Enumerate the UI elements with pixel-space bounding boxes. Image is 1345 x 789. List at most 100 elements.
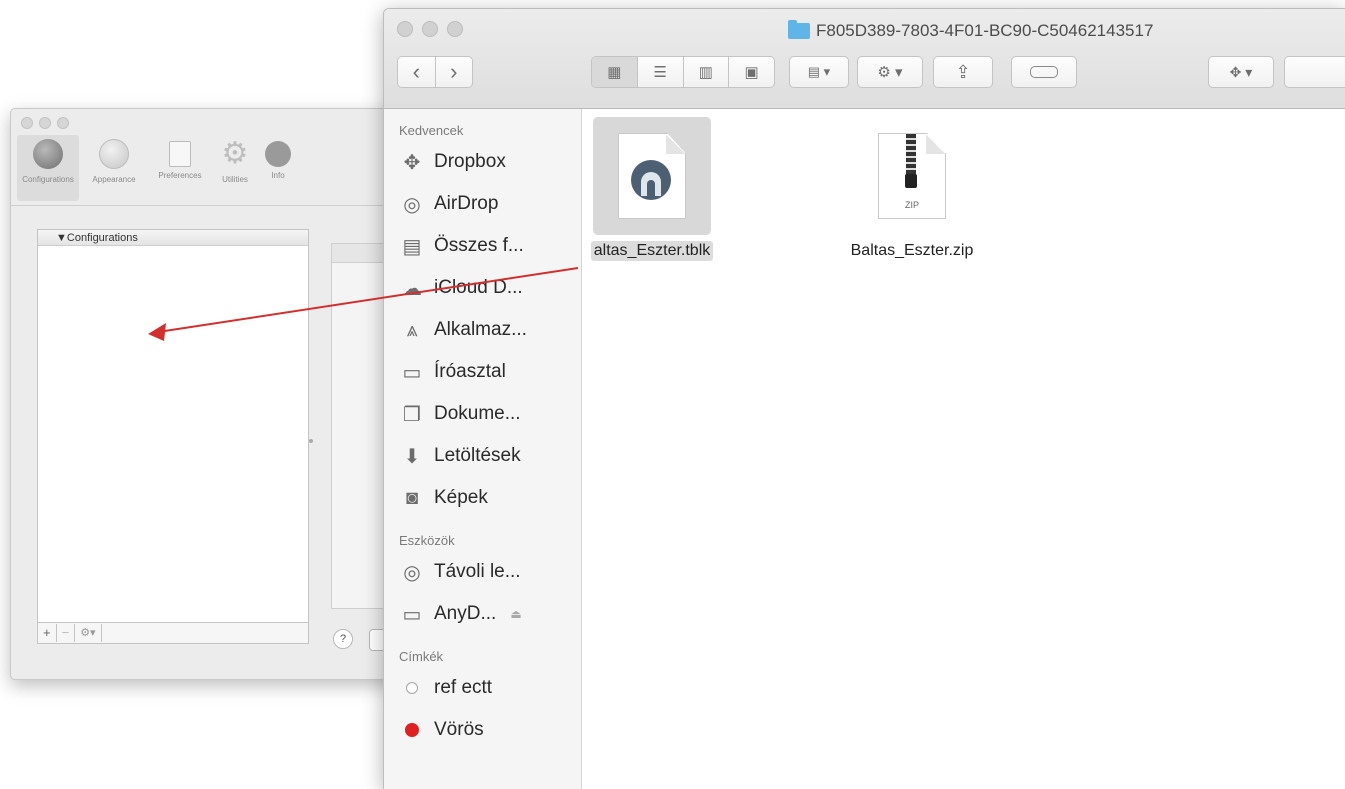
list-view-icon[interactable]: ☰ [638,57,684,87]
airdrop-icon: ◎ [403,193,421,216]
forward-button[interactable]: › [436,57,473,87]
tb-zoom-button[interactable] [57,117,69,129]
sidebar-section-tags: Címkék [399,649,444,664]
file-name: altas_Eszter.tblk [590,241,714,261]
tab-info-label: Info [271,171,285,180]
column-view-icon[interactable]: ▥ [684,57,730,87]
sidebar-item-label: AnyD... [434,603,497,624]
file-item-zip[interactable]: ZIP Baltas_Eszter.zip [832,117,992,261]
icon-view-icon[interactable]: ▦ [592,57,638,87]
applications-icon: ⩓ [406,318,418,341]
help-button[interactable]: ? [333,629,353,649]
configurations-list-header[interactable]: ▼Configurations [38,230,308,246]
arrange-icon: ▤ ▾ [807,64,831,79]
remote-disc-icon: ◎ [403,561,421,584]
tag-color-icon [400,676,424,700]
sidebar-item-label: Letöltések [434,445,521,466]
sidebar-item-icloud-d[interactable]: ☁ iCloud D... [384,267,581,309]
sidebar-section-favorites: Kedvencek [399,123,464,138]
arrange-button[interactable]: ▤ ▾ [789,56,849,88]
preferences-icon [169,141,191,167]
cover-flow-icon[interactable]: ▣ [729,57,774,87]
sidebar-item-label: Távoli le... [434,561,521,582]
tab-preferences[interactable]: Preferences [149,135,211,201]
tb-traffic-lights [21,117,69,129]
share-button[interactable]: ⇪ [933,56,993,88]
share-icon: ⇪ [955,61,971,82]
tab-preferences-label: Preferences [158,171,202,180]
search-field[interactable] [1284,56,1345,88]
tb-minimize-button[interactable] [39,117,51,129]
split-view-grip[interactable] [309,439,313,443]
icloud-icon: ☁ [402,277,422,300]
sidebar-item-vörös[interactable]: Vörös [384,709,581,751]
tunnelblick-window: Configurations Appearance Preferences ⚙ … [10,108,432,680]
tab-configurations-label: Configurations [22,175,74,184]
back-forward-buttons: ‹ › [397,56,473,88]
back-button[interactable]: ‹ [398,57,436,87]
finder-zoom-button[interactable] [447,21,463,37]
tab-info[interactable]: Info [261,135,295,201]
action-button[interactable]: ⚙ ▾ [857,56,923,88]
drive-icon: ▭ [402,603,422,626]
sidebar-item-label: ref ectt [434,677,493,698]
configurations-list[interactable]: ▼Configurations [37,229,309,623]
eject-icon[interactable]: ⏏ [510,607,521,621]
dropbox-icon: ✥ [403,151,421,174]
sidebar-item-airdrop[interactable]: ◎ AirDrop [384,183,581,225]
tb-close-button[interactable] [21,117,33,129]
file-item-tblk[interactable]: altas_Eszter.tblk [562,117,742,261]
sidebar-item-dokume[interactable]: ❐ Dokume... [384,393,581,435]
desktop-icon: ▭ [402,361,422,384]
configuration-actions-button[interactable]: ⚙▾ [75,624,102,642]
finder-minimize-button[interactable] [422,21,438,37]
sidebar-section-devices: Eszközök [399,533,455,548]
sidebar-item-label: AirDrop [434,193,499,214]
tunnelblick-file-icon [618,133,686,219]
zip-file-icon: ZIP [878,133,946,219]
documents-icon: ❐ [403,403,421,426]
sidebar-item-label: Vörös [434,719,484,740]
folder-icon [788,20,810,39]
finder-content: altas_Eszter.tblk ZIP Baltas_Eszter.zip [582,109,1345,789]
remove-configuration-button[interactable]: − [57,624,76,642]
sidebar-item-összes-f[interactable]: ▤ Összes f... [384,225,581,267]
sidebar-item-távoli-le[interactable]: ◎ Távoli le... [384,551,581,593]
sidebar-item-letöltések[interactable]: ⬇ Letöltések [384,435,581,477]
sidebar-item-képek[interactable]: ◙ Képek [384,477,581,519]
tag-color-icon [400,718,424,742]
tag-icon [1030,66,1058,78]
sidebar-item-dropbox[interactable]: ✥ Dropbox [384,141,581,183]
finder-close-button[interactable] [397,21,413,37]
sidebar-item-label: Dropbox [434,151,506,172]
sidebar-item-label: Alkalmaz... [434,319,527,340]
sidebar-item-label: Íróasztal [434,361,506,382]
dropbox-menu-button[interactable]: ✥ ▾ [1208,56,1274,88]
add-configuration-button[interactable]: + [38,624,57,642]
finder-traffic-lights [397,21,463,37]
finder-window: F805D389-7803-4F01-BC90-C50462143517 ‹ ›… [383,8,1345,789]
tb-toolbar: Configurations Appearance Preferences ⚙ … [11,131,431,201]
view-mode-buttons: ▦ ☰ ▥ ▣ [591,56,775,88]
pictures-icon: ◙ [405,486,419,509]
tag-dot-icon [406,682,418,694]
tab-utilities-label: Utilities [222,175,248,184]
finder-sidebar: Kedvencek ✥ Dropbox ◎ AirDrop ▤ Összes f... ☁ i… [384,109,582,789]
tab-utilities[interactable]: ⚙ Utilities [213,135,257,201]
window-title: F805D389-7803-4F01-BC90-C50462143517 [788,20,1153,41]
sidebar-item-alkalmaz[interactable]: ⩓ Alkalmaz... [384,309,581,351]
tab-configurations[interactable]: Configurations [17,135,79,201]
sidebar-item-íróasztal[interactable]: ▭ Íróasztal [384,351,581,393]
sidebar-item-label: Összes f... [434,235,524,256]
sidebar-item-ref-ectt[interactable]: ref ectt [384,667,581,709]
gear-icon: ⚙ [221,137,249,170]
sidebar-item-label: Dokume... [434,403,521,424]
tags-button[interactable] [1011,56,1077,88]
sidebar-item-anyd[interactable]: ▭ AnyD... ⏏ [384,593,581,635]
sidebar-item-label: Képek [434,487,488,508]
tag-dot-icon [405,723,419,737]
gear-icon: ⚙ ▾ [877,64,903,81]
sidebar-item-label: iCloud D... [434,277,523,298]
tab-appearance[interactable]: Appearance [83,135,145,201]
appearance-icon [99,139,129,169]
